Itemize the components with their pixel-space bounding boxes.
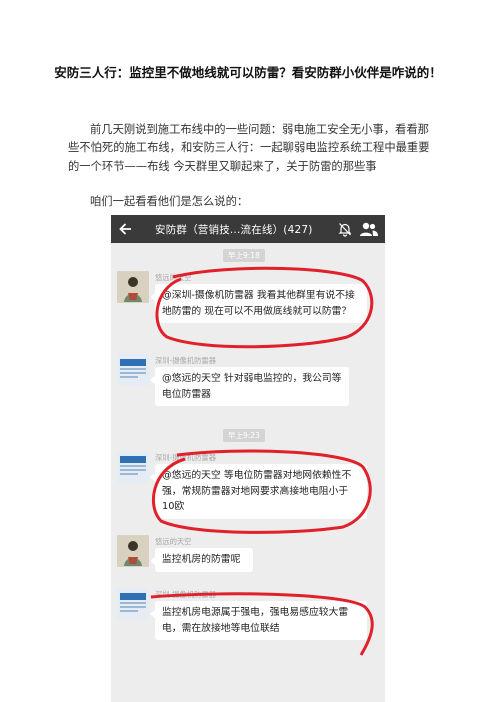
avatar[interactable] <box>117 354 149 386</box>
back-arrow-icon[interactable] <box>117 219 135 239</box>
company-logo-icon <box>117 588 149 620</box>
group-members-icon[interactable] <box>359 221 379 237</box>
article-paragraph-lead: 咱们一起看看他们是怎么说的： <box>90 195 249 208</box>
article-paragraph-intro: 前几天刚说到施工布线中的一些问题：弱电施工安全无小事，看看那些不怕死的施工布线，… <box>68 123 430 173</box>
sender-name: 深圳-摄像机防雷器 <box>155 356 217 365</box>
message-bubble[interactable]: @悠远的天空 等电位防雷器对地网依赖性不强，常规防雷器对地网要求高接地电阻小于1… <box>150 464 367 519</box>
sender-name: 深圳-摄像机防雷器 <box>155 453 217 462</box>
avatar[interactable] <box>117 588 149 620</box>
chat-group-title: 安防群（营销技...流在线）(427) <box>155 224 313 236</box>
person-avatar-icon <box>117 535 149 567</box>
company-logo-icon <box>117 451 149 483</box>
avatar[interactable] <box>117 451 149 483</box>
article-title: 安防三人行：监控里不做地线就可以防雷？看安防群小伙伴是咋说的！ <box>54 65 442 80</box>
chat-header: 安防群（营销技...流在线）(427) <box>111 215 385 243</box>
mute-bell-icon[interactable] <box>337 221 353 237</box>
person-avatar-icon <box>117 271 149 303</box>
message-bubble[interactable]: @悠远的天空 针对弱电监控的，我公司等电位防雷器 <box>150 367 349 406</box>
company-logo-icon <box>117 354 149 386</box>
sender-name: 悠远的天空 <box>155 273 192 282</box>
sender-name: 深圳-摄像机防雷器 <box>155 590 217 599</box>
sender-name: 悠远的天空 <box>155 537 192 546</box>
message-bubble[interactable]: @深圳-摄像机防雷器 我看其他群里有说不接地防雷的 现在可以不用做底线就可以防雷… <box>150 284 367 323</box>
avatar[interactable] <box>117 271 149 303</box>
chat-screenshot: 安防群（营销技...流在线）(427) 早上9:18 悠远的天空 @深圳-摄像机… <box>111 215 385 702</box>
chat-timestamp: 早上9:23 <box>223 429 265 442</box>
chat-timestamp: 早上9:18 <box>223 249 265 262</box>
avatar[interactable] <box>117 535 149 567</box>
message-bubble[interactable]: 监控机房电源属于强电，强电易感应较大雷电，需在放接地等电位联结 <box>150 601 367 640</box>
message-bubble[interactable]: 监控机房的防雷呢 <box>150 548 253 572</box>
